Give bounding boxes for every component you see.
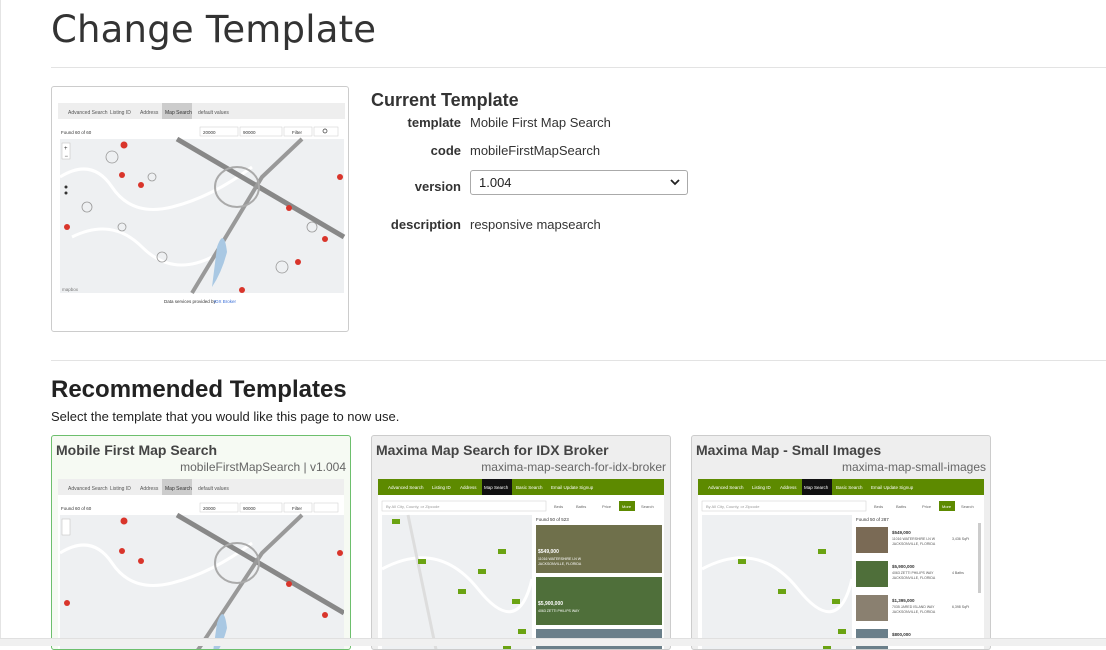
svg-text:4063 ZETTI PHILIPS WAY: 4063 ZETTI PHILIPS WAY <box>538 609 580 613</box>
svg-text:Price: Price <box>602 504 612 509</box>
template-card-preview: Advanced Search Listing ID Address Map S… <box>378 479 664 649</box>
svg-text:Price: Price <box>922 504 932 509</box>
map-search-screenshot: Advanced Search Listing ID Address Map S… <box>58 103 346 304</box>
template-card-maxima-map-search[interactable]: Maxima Map Search for IDX Broker maxima-… <box>371 435 671 650</box>
svg-text:Found 50 of 287: Found 50 of 287 <box>856 517 889 522</box>
svg-text:Email Update Signup: Email Update Signup <box>551 485 594 490</box>
svg-text:Search: Search <box>641 504 654 509</box>
svg-text:6,398 SqFt: 6,398 SqFt <box>952 605 969 609</box>
svg-text:Email Update Signup: Email Update Signup <box>871 485 914 490</box>
thumb-tab: Map Search <box>165 110 192 116</box>
svg-text:Listing ID: Listing ID <box>110 486 131 492</box>
recommended-subtitle: Select the template that you would like … <box>51 409 400 424</box>
svg-text:+: + <box>64 146 68 152</box>
version-selected-value: 1.004 <box>479 175 512 190</box>
thumb-filter: Filter <box>292 130 303 135</box>
template-card-name: Mobile First Map Search <box>56 442 218 458</box>
svg-text:Address: Address <box>460 485 477 490</box>
svg-text:default values: default values <box>198 486 229 492</box>
thumb-min: 20000 <box>203 130 216 135</box>
template-card-code: mobileFirstMapSearch | v1.004 <box>180 460 346 474</box>
svg-text:4063 ZETTI PHILIPS WAY: 4063 ZETTI PHILIPS WAY <box>892 571 934 575</box>
svg-text:7035 JARED ISLAND WAY: 7035 JARED ISLAND WAY <box>892 605 935 609</box>
svg-text:90000: 90000 <box>243 506 256 511</box>
svg-text:Search: Search <box>961 504 974 509</box>
svg-text:3,436 SqFt: 3,436 SqFt <box>952 537 969 541</box>
version-label: version <box>414 179 461 194</box>
svg-text:JACKSONVILLE, FLORIDA: JACKSONVILLE, FLORIDA <box>892 576 936 580</box>
svg-text:−: − <box>65 154 69 160</box>
svg-text:Baths: Baths <box>896 504 906 509</box>
current-template-heading: Current Template <box>371 90 519 110</box>
chevron-down-icon <box>670 179 680 186</box>
thumb-footer-link: IDX Broker <box>214 299 237 304</box>
code-label: code <box>430 143 461 158</box>
page-title: Change Template <box>51 8 377 51</box>
template-label: template <box>407 115 461 130</box>
svg-text:$549,000: $549,000 <box>892 530 911 535</box>
svg-text:Address: Address <box>780 485 797 490</box>
svg-text:JACKSONVILLE, FLORIDA: JACKSONVILLE, FLORIDA <box>538 562 582 566</box>
svg-text:Beds: Beds <box>554 504 563 509</box>
svg-text:Address: Address <box>140 486 159 492</box>
svg-text:Listing ID: Listing ID <box>752 485 772 490</box>
svg-text:By All City, County, or Zipcod: By All City, County, or Zipcode <box>706 504 760 509</box>
svg-text:Baths: Baths <box>576 504 586 509</box>
template-card-preview: Advanced Search Listing ID Address Map S… <box>698 479 984 649</box>
thumb-max: 90000 <box>243 130 256 135</box>
svg-text:Filter: Filter <box>292 506 303 511</box>
svg-text:Map Search: Map Search <box>804 485 829 490</box>
thumb-found: Found 60 of 60 <box>61 130 92 135</box>
thumb-footer-text: Data services provided by <box>164 299 217 304</box>
template-card-mobile-first[interactable]: Mobile First Map Search mobileFirstMapSe… <box>51 435 351 650</box>
svg-text:Basic Search: Basic Search <box>836 485 863 490</box>
template-card-code: maxima-map-small-images <box>841 460 986 474</box>
svg-text:20000: 20000 <box>203 506 216 511</box>
svg-text:Advanced Search: Advanced Search <box>388 485 424 490</box>
template-card-name: Maxima Map - Small Images <box>696 442 882 458</box>
svg-text:JACKSONVILLE, FLORIDA: JACKSONVILLE, FLORIDA <box>892 610 936 614</box>
svg-text:Advanced Search: Advanced Search <box>708 485 744 490</box>
template-card-name: Maxima Map Search for IDX Broker <box>376 442 609 458</box>
svg-text:mapbox: mapbox <box>62 287 79 292</box>
svg-text:Map Search: Map Search <box>484 485 509 490</box>
template-card-maxima-small-images[interactable]: Maxima Map - Small Images maxima-map-sma… <box>691 435 991 650</box>
thumb-tab: Address <box>140 110 159 116</box>
svg-text:$800,000: $800,000 <box>892 632 911 637</box>
svg-text:$5,900,000: $5,900,000 <box>892 564 915 569</box>
svg-text:11016 WATERSHIRE LN W: 11016 WATERSHIRE LN W <box>538 557 582 561</box>
header-divider <box>51 67 1106 68</box>
template-card-code: maxima-map-search-for-idx-broker <box>481 460 666 474</box>
thumb-tab: default values <box>198 110 229 116</box>
current-template-preview: Advanced Search Listing ID Address Map S… <box>51 86 349 332</box>
version-select[interactable]: 1.004 <box>470 170 688 195</box>
svg-text:Listing ID: Listing ID <box>432 485 452 490</box>
svg-text:JACKSONVILLE, FLORIDA: JACKSONVILLE, FLORIDA <box>892 542 936 546</box>
code-value: mobileFirstMapSearch <box>470 143 601 158</box>
svg-text:Basic Search: Basic Search <box>516 485 543 490</box>
svg-text:Beds: Beds <box>874 504 883 509</box>
template-card-preview: Advanced Search Listing ID Address Map S… <box>58 479 344 649</box>
svg-text:$549,000: $549,000 <box>538 549 559 555</box>
recommended-heading: Recommended Templates <box>51 376 347 403</box>
thumb-tab: Listing ID <box>110 110 131 116</box>
description-label: description <box>390 217 461 232</box>
section-divider <box>51 360 1106 361</box>
left-rule <box>0 0 1 645</box>
svg-text:Found 50 of 523: Found 50 of 523 <box>536 517 569 522</box>
svg-text:Map Search: Map Search <box>165 486 192 492</box>
thumb-tab: Advanced Search <box>68 110 108 116</box>
svg-text:$1,395,000: $1,395,000 <box>892 598 915 603</box>
template-value: Mobile First Map Search <box>470 115 611 130</box>
svg-text:More: More <box>942 504 952 509</box>
svg-text:Found 60 of 60: Found 60 of 60 <box>61 506 92 511</box>
svg-text:Advanced Search: Advanced Search <box>68 486 108 492</box>
description-value: responsive mapsearch <box>470 217 601 232</box>
svg-text:4 Baths: 4 Baths <box>952 571 964 575</box>
svg-text:11016 WATERSHIRE LN W: 11016 WATERSHIRE LN W <box>892 537 936 541</box>
svg-text:$5,900,000: $5,900,000 <box>538 601 563 607</box>
svg-text:By All City, County, or Zipcod: By All City, County, or Zipcode <box>386 504 440 509</box>
svg-text:More: More <box>622 504 632 509</box>
